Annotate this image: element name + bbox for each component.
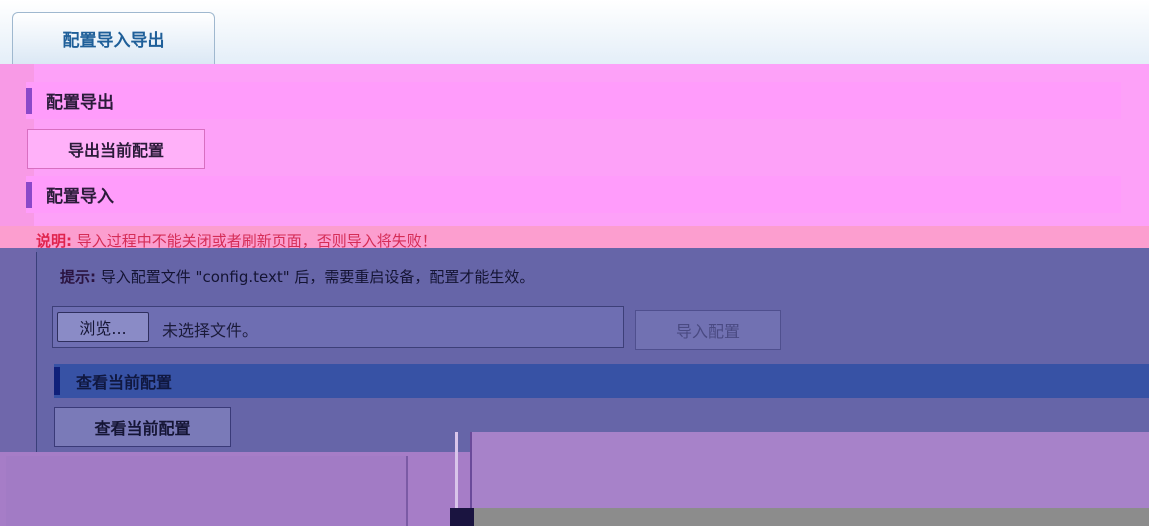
section-title-export: 配置导出 — [46, 93, 114, 113]
lavender-right-panel — [470, 432, 1149, 508]
purple-left-block — [0, 248, 36, 462]
import-tip: 提示: 导入配置文件 "config.text" 后，需要重启设备，配置才能生效… — [60, 266, 534, 287]
dark-corner-block — [450, 508, 474, 526]
section-header-import: 配置导入 — [26, 176, 1121, 213]
vertical-divider — [455, 432, 458, 512]
export-current-config-button[interactable]: 导出当前配置 — [27, 129, 205, 169]
lavender-left-panel — [6, 456, 408, 526]
section-header-view: 查看当前配置 — [54, 364, 1149, 398]
gray-bottom-strip — [470, 508, 1149, 526]
section-accent — [54, 367, 60, 395]
section-accent — [26, 87, 32, 114]
import-config-button[interactable]: 导入配置 — [635, 310, 781, 350]
tab-config-import-export[interactable]: 配置导入导出 — [12, 12, 215, 64]
section-accent — [26, 181, 32, 208]
view-current-config-button[interactable]: 查看当前配置 — [54, 407, 231, 447]
tip-text: 导入配置文件 "config.text" 后，需要重启设备，配置才能生效。 — [100, 268, 535, 286]
section-title-view: 查看当前配置 — [76, 373, 173, 392]
tip-prefix: 提示: — [60, 268, 96, 286]
section-title-import: 配置导入 — [46, 187, 114, 207]
browse-button[interactable]: 浏览... — [57, 312, 149, 342]
section-header-export: 配置导出 — [26, 82, 1121, 119]
file-status-text: 未选择文件。 — [162, 321, 259, 340]
